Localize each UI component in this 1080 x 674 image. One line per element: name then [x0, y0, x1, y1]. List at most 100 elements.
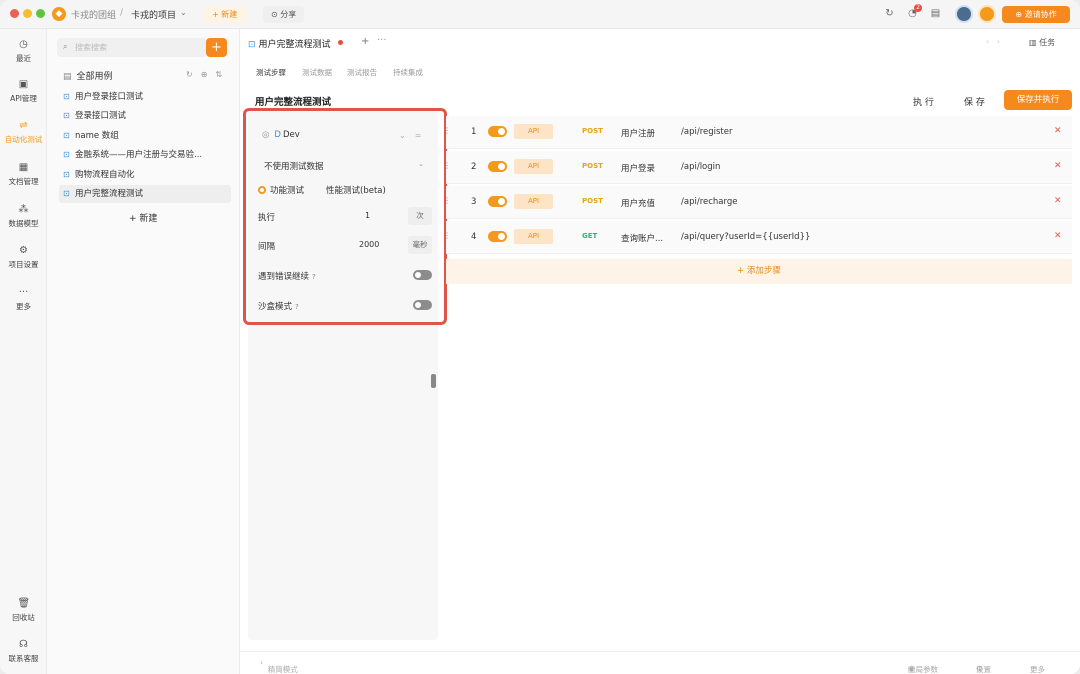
step-path: /api/register: [681, 127, 733, 137]
run-button[interactable]: 执 行: [913, 95, 934, 108]
unsaved-dot: [338, 40, 343, 45]
task-button[interactable]: ▥ 任务: [1029, 37, 1055, 48]
share-button[interactable]: ⊙ 分享: [263, 6, 305, 23]
resize-handle[interactable]: [431, 374, 436, 388]
compact-mode-button[interactable]: ‹ 精简模式: [260, 658, 298, 674]
plus-icon: +: [129, 214, 137, 224]
model-icon: ⁂: [18, 204, 29, 215]
tree-new-label: 新建: [139, 214, 158, 224]
tree-item[interactable]: ⊡ 购物流程自动化: [59, 166, 231, 184]
tree-new-button[interactable]: + 新建: [129, 211, 157, 224]
drag-handle-icon[interactable]: ⋮: [443, 126, 451, 135]
chevron-down-icon[interactable]: ⌄: [180, 8, 187, 17]
step-path: /api/query?userId={{userId}}: [681, 232, 811, 242]
drag-handle-icon[interactable]: ⋮: [443, 231, 451, 240]
settings-icon: ⚙: [19, 245, 28, 256]
tab-nav-arrows[interactable]: ‹ ›: [986, 37, 1000, 46]
step-row[interactable]: ⋮ 1 API POST 用户注册 /api/register ✕: [443, 116, 1072, 149]
add-step-button[interactable]: + 添加步骤: [446, 259, 1072, 284]
new-button[interactable]: + 新建: [204, 6, 246, 23]
add-case-button[interactable]: +: [206, 38, 227, 57]
tree-item-selected[interactable]: ⊡ 用户完整流程测试: [59, 185, 231, 203]
tab-ci[interactable]: 持续集成: [393, 67, 423, 78]
calendar-icon[interactable]: ▤: [930, 8, 941, 19]
search-icon: ⌕: [63, 42, 68, 51]
step-row[interactable]: ⋮ 4 API GET 查询账户... /api/query?userId={{…: [443, 221, 1072, 254]
delete-step-icon[interactable]: ✕: [1054, 161, 1062, 171]
drag-handle-icon[interactable]: ⋮: [443, 161, 451, 170]
case-icon: ⊡: [63, 131, 70, 140]
step-path: /api/recharge: [681, 197, 738, 207]
case-icon: ⊡: [63, 150, 70, 159]
tree-item-label: 购物流程自动化: [75, 170, 135, 180]
nav-item-models[interactable]: ⁂ 数据模型: [0, 204, 47, 229]
step-enabled-toggle[interactable]: [488, 231, 507, 242]
nav-item-trash[interactable]: 🗑 回收站: [0, 598, 47, 623]
user-avatar[interactable]: [978, 5, 996, 23]
http-method: POST: [582, 197, 603, 205]
nav-item-api[interactable]: ▣ API管理: [0, 79, 47, 104]
tab-current[interactable]: ⊡ 用户完整流程测试: [248, 37, 331, 50]
drag-handle-icon[interactable]: ⋮: [443, 196, 451, 205]
tab-more-icon[interactable]: ···: [377, 35, 387, 46]
save-button[interactable]: 保 存: [964, 95, 985, 108]
case-icon: ⊡: [63, 111, 70, 120]
team-logo-icon: ◆: [52, 7, 66, 21]
avatar[interactable]: [955, 5, 973, 23]
refresh-icon[interactable]: ↻: [186, 70, 201, 79]
tree-item[interactable]: ⊡ 用户登录接口测试: [59, 88, 231, 106]
tree-root[interactable]: ▤ 全部用例: [63, 69, 113, 82]
sync-icon[interactable]: ↻: [884, 8, 895, 19]
new-button-label: 新建: [221, 10, 238, 19]
main-content: ⊡ 用户完整流程测试 + ··· ‹ › ▥ 任务 测试步骤 测试数据 测试报告 …: [240, 29, 1080, 674]
left-nav: ◷ 最近 ▣ API管理 ⇌ 自动化测试 ▦ 文档管理 ⁂ 数据模型 ⚙ 项目设置 ··· 更…: [0, 29, 47, 674]
minimize-window-button[interactable]: [23, 9, 32, 18]
nav-item-recent[interactable]: ◷ 最近: [0, 39, 47, 64]
add-tab-button[interactable]: +: [361, 36, 369, 47]
delete-step-icon[interactable]: ✕: [1054, 126, 1062, 136]
tree-item[interactable]: ⊡ 登录接口测试: [59, 107, 231, 125]
save-and-run-button[interactable]: 保存并执行: [1004, 90, 1072, 110]
nav-label: API管理: [10, 94, 37, 103]
nav-item-support[interactable]: ☊ 联系客服: [0, 639, 47, 664]
search-input[interactable]: ⌕ 搜索搜索: [57, 38, 207, 57]
delete-step-icon[interactable]: ✕: [1054, 196, 1062, 206]
team-name[interactable]: 卡戎的团组: [71, 8, 116, 21]
trash-icon: 🗑: [17, 598, 31, 609]
tree-item-label: name 数组: [75, 131, 119, 141]
http-method: POST: [582, 127, 603, 135]
http-method: GET: [582, 232, 598, 240]
tree-item[interactable]: ⊡ name 数组: [59, 127, 231, 145]
tree-item[interactable]: ⊡ 金融系统——用户注册与交易验...: [59, 146, 231, 164]
close-window-button[interactable]: [10, 9, 19, 18]
share-button-label: 分享: [280, 10, 297, 19]
nav-item-docs[interactable]: ▦ 文档管理: [0, 162, 47, 187]
zoom-window-button[interactable]: [36, 9, 45, 18]
step-enabled-toggle[interactable]: [488, 196, 507, 207]
step-enabled-toggle[interactable]: [488, 126, 507, 137]
project-name[interactable]: 卡戎的项目: [131, 8, 176, 21]
step-enabled-toggle[interactable]: [488, 161, 507, 172]
step-path: /api/login: [681, 162, 721, 172]
nav-item-automation[interactable]: ⇌ 自动化测试: [0, 120, 47, 145]
step-row[interactable]: ⋮ 3 API POST 用户充值 /api/recharge ✕: [443, 186, 1072, 219]
nav-item-settings[interactable]: ⚙ 项目设置: [0, 245, 47, 270]
nav-item-more[interactable]: ··· 更多: [0, 287, 47, 312]
filter-icon[interactable]: ⊕: [201, 70, 216, 79]
step-type-badge: API: [514, 229, 553, 244]
settings-label: 设置: [976, 665, 991, 674]
tree-item-label: 用户完整流程测试: [75, 189, 144, 199]
folder-icon: ▤: [63, 72, 72, 82]
step-name: 用户注册: [621, 129, 656, 139]
sort-icon[interactable]: ⇅: [215, 70, 230, 79]
tab-test-report[interactable]: 测试报告: [347, 67, 377, 78]
status-bar: ‹ 精简模式 ▣ 全局参数 ⚙ 设置 ··· 更多: [240, 651, 1080, 674]
tab-test-data[interactable]: 测试数据: [302, 67, 332, 78]
nav-label: 数据模型: [8, 219, 39, 228]
invite-button[interactable]: ⊕ 邀请协作: [1002, 6, 1070, 23]
invite-icon: ⊕: [1015, 10, 1023, 19]
task-label: 任务: [1039, 38, 1056, 47]
step-row[interactable]: ⋮ 2 API POST 用户登录 /api/login ✕: [443, 151, 1072, 184]
delete-step-icon[interactable]: ✕: [1054, 231, 1062, 241]
tab-test-steps[interactable]: 测试步骤: [256, 67, 286, 78]
